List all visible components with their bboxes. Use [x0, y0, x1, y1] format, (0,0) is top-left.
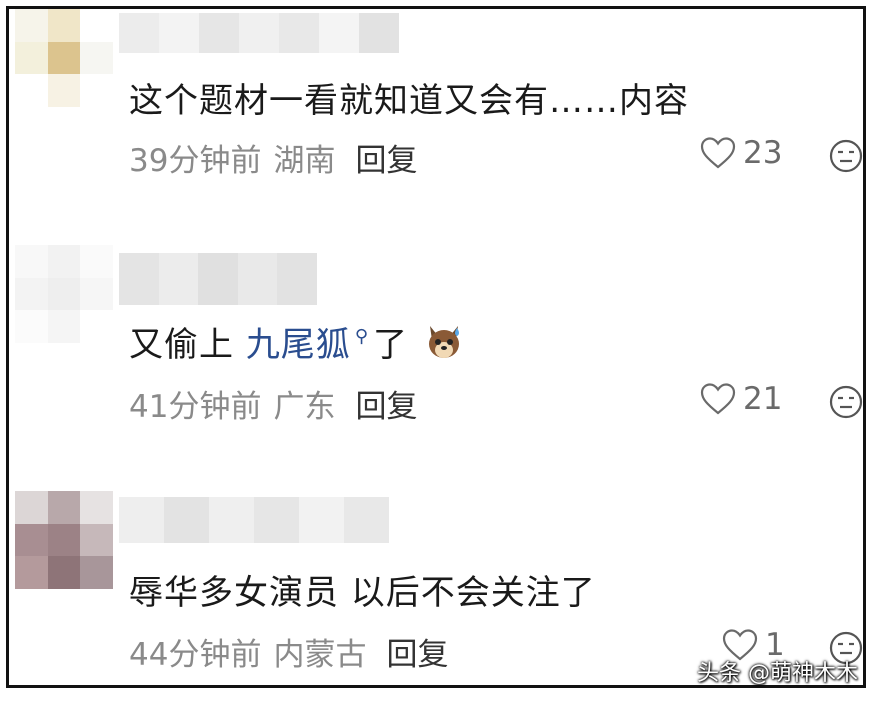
like-count: 21 [743, 381, 783, 417]
reply-button[interactable]: 回复 [355, 389, 417, 425]
comment-text: 这个题材一看就知道又会有……内容 [129, 81, 689, 121]
neutral-face-icon[interactable] [829, 139, 863, 173]
search-icon[interactable]: ⚲ [355, 326, 369, 347]
username[interactable] [119, 13, 399, 53]
avatar[interactable] [15, 245, 113, 343]
dog-sweat-emoji [428, 326, 459, 358]
comment-time: 41分钟前 [129, 389, 262, 425]
comment-item: 又偷上 九尾狐 ⚲ 了 41分钟前 广东 回复 21 [9, 245, 863, 485]
comment-text-suffix: 了 [373, 325, 408, 365]
watermark: 头条 @萌神木木 [697, 661, 858, 686]
comment-time: 39分钟前 [129, 143, 262, 179]
neutral-face-icon[interactable] [829, 385, 863, 419]
comment-time: 44分钟前 [129, 637, 262, 673]
comment-text-prefix: 又偷上 [129, 325, 246, 365]
like-button[interactable]: 23 [699, 135, 782, 171]
comment-meta: 39分钟前 湖南 回复 [129, 135, 417, 180]
comment-location: 内蒙古 [273, 637, 367, 673]
username[interactable] [119, 497, 389, 543]
avatar[interactable] [15, 491, 113, 589]
comment-location: 湖南 [273, 143, 336, 179]
reply-button[interactable]: 回复 [355, 143, 417, 179]
reply-button[interactable]: 回复 [386, 637, 448, 673]
comment-location: 广东 [273, 389, 336, 425]
topic-link[interactable]: 九尾狐 [246, 325, 351, 365]
username[interactable] [119, 253, 317, 305]
comment-text: 又偷上 九尾狐 ⚲ 了 [129, 317, 464, 366]
comment-meta: 41分钟前 广东 回复 [129, 381, 417, 426]
like-count: 23 [743, 135, 783, 171]
heart-outline-icon [700, 137, 736, 169]
comment-meta: 44分钟前 内蒙古 回复 [129, 629, 448, 674]
like-button[interactable]: 21 [699, 381, 782, 417]
heart-outline-icon [700, 383, 736, 415]
comment-list: 这个题材一看就知道又会有……内容 39分钟前 湖南 回复 23 又偷上 九尾狐 … [6, 6, 866, 688]
comment-text: 辱华多女演员 以后不会关注了 [129, 573, 596, 613]
comment-item: 这个题材一看就知道又会有……内容 39分钟前 湖南 回复 23 [9, 9, 863, 239]
avatar[interactable] [15, 9, 113, 107]
